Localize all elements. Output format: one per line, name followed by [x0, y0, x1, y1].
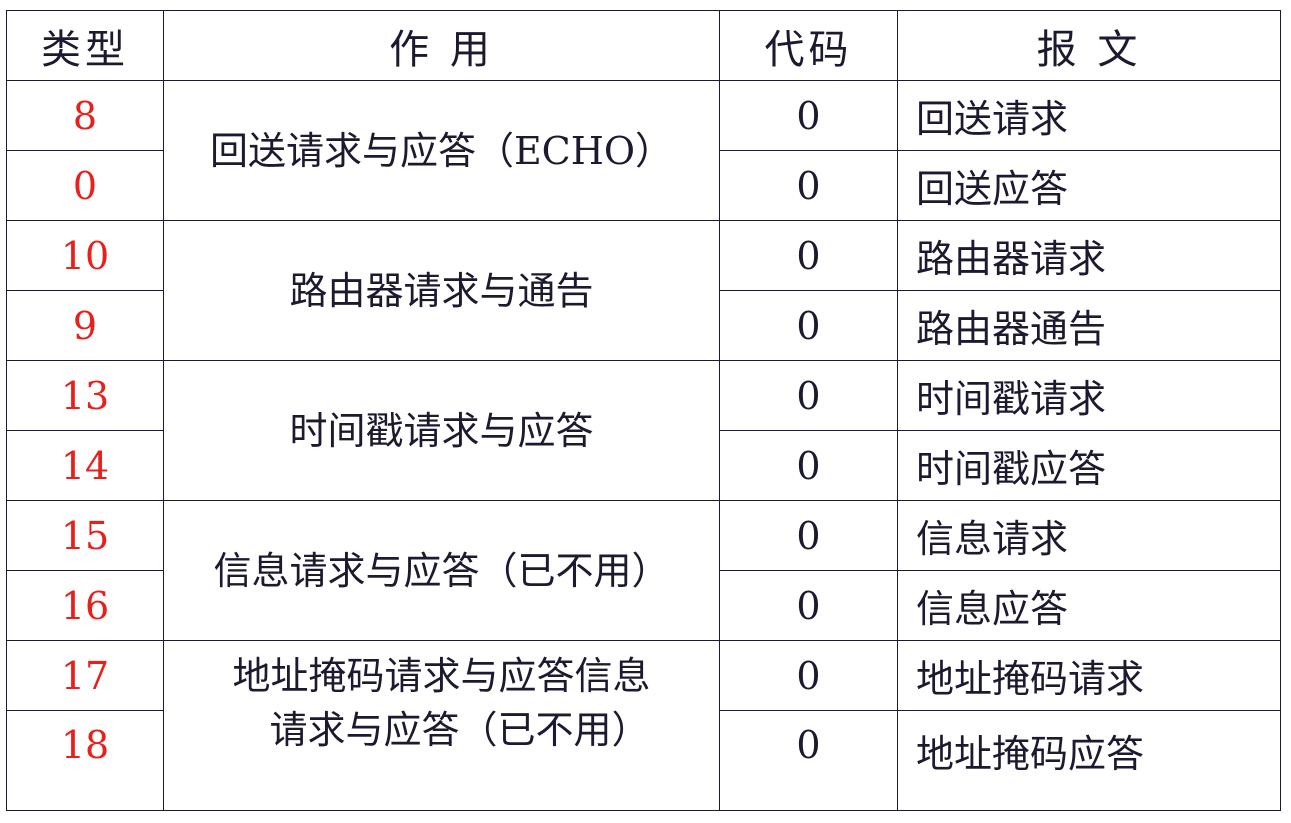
- code-cell: 0: [719, 500, 898, 571]
- message-cell: 信息应答: [897, 570, 1281, 641]
- header-code: 代码: [719, 10, 898, 81]
- message-cell: 时间戳应答: [897, 430, 1281, 501]
- code-cell: 0: [719, 430, 898, 501]
- code-cell: 0: [719, 220, 898, 291]
- icmp-message-table: 类型 作 用 代码 报 文 8 回送请求与应答（ECHO） 0 回送请求 0 0…: [6, 10, 1281, 811]
- message-cell: 地址掩码请求: [897, 640, 1281, 711]
- table-row: 17 地址掩码请求与应答信息 请求与应答（已不用） 0 地址掩码请求: [6, 640, 1281, 811]
- message-cell: 路由器通告: [897, 290, 1281, 361]
- header-type: 类型: [6, 10, 164, 81]
- code-cell: 0: [719, 80, 898, 151]
- type-cell: 18: [6, 710, 164, 811]
- message-cell: 回送应答: [897, 150, 1281, 221]
- function-cell: 回送请求与应答（ECHO）: [163, 80, 720, 221]
- message-cell: 时间戳请求: [897, 360, 1281, 431]
- message-cell: 信息请求: [897, 500, 1281, 571]
- code-cell: 0: [719, 710, 898, 811]
- table-row: 10 路由器请求与通告 0 路由器请求: [6, 220, 1281, 361]
- function-cell: 信息请求与应答（已不用）: [163, 500, 720, 641]
- function-line: 回送请求与应答（ECHO）: [209, 128, 674, 173]
- function-cell: 路由器请求与通告: [163, 220, 720, 361]
- code-cell: 0: [719, 360, 898, 431]
- type-cell: 16: [6, 570, 164, 641]
- table-row: 13 时间戳请求与应答 0 时间戳请求: [6, 360, 1281, 501]
- function-cell: 地址掩码请求与应答信息 请求与应答（已不用）: [163, 640, 720, 811]
- type-cell: 10: [6, 220, 164, 291]
- function-line: 信息请求与应答（已不用）: [213, 548, 670, 593]
- type-cell: 17: [6, 640, 164, 711]
- type-cell: 9: [6, 290, 164, 361]
- table-row: 15 信息请求与应答（已不用） 0 信息请求: [6, 500, 1281, 641]
- header-function: 作 用: [163, 10, 720, 81]
- code-cell: 0: [719, 640, 898, 711]
- type-cell: 0: [6, 150, 164, 221]
- type-cell: 14: [6, 430, 164, 501]
- code-cell: 0: [719, 290, 898, 361]
- header-message: 报 文: [897, 10, 1281, 81]
- header-row: 类型 作 用 代码 报 文: [6, 10, 1281, 81]
- function-line: 请求与应答（已不用）: [269, 708, 650, 752]
- function-cell: 时间戳请求与应答: [163, 360, 720, 501]
- message-cell: 地址掩码应答: [897, 710, 1281, 811]
- message-cell: 回送请求: [897, 80, 1281, 151]
- function-line: 地址掩码请求与应答信息: [232, 654, 651, 698]
- function-line: 时间戳请求与应答: [289, 408, 594, 453]
- code-cell: 0: [719, 150, 898, 221]
- type-cell: 8: [6, 80, 164, 151]
- code-cell: 0: [719, 570, 898, 641]
- table-row: 8 回送请求与应答（ECHO） 0 回送请求: [6, 80, 1281, 221]
- function-line: 路由器请求与通告: [289, 268, 594, 313]
- message-cell: 路由器请求: [897, 220, 1281, 291]
- type-cell: 15: [6, 500, 164, 571]
- type-cell: 13: [6, 360, 164, 431]
